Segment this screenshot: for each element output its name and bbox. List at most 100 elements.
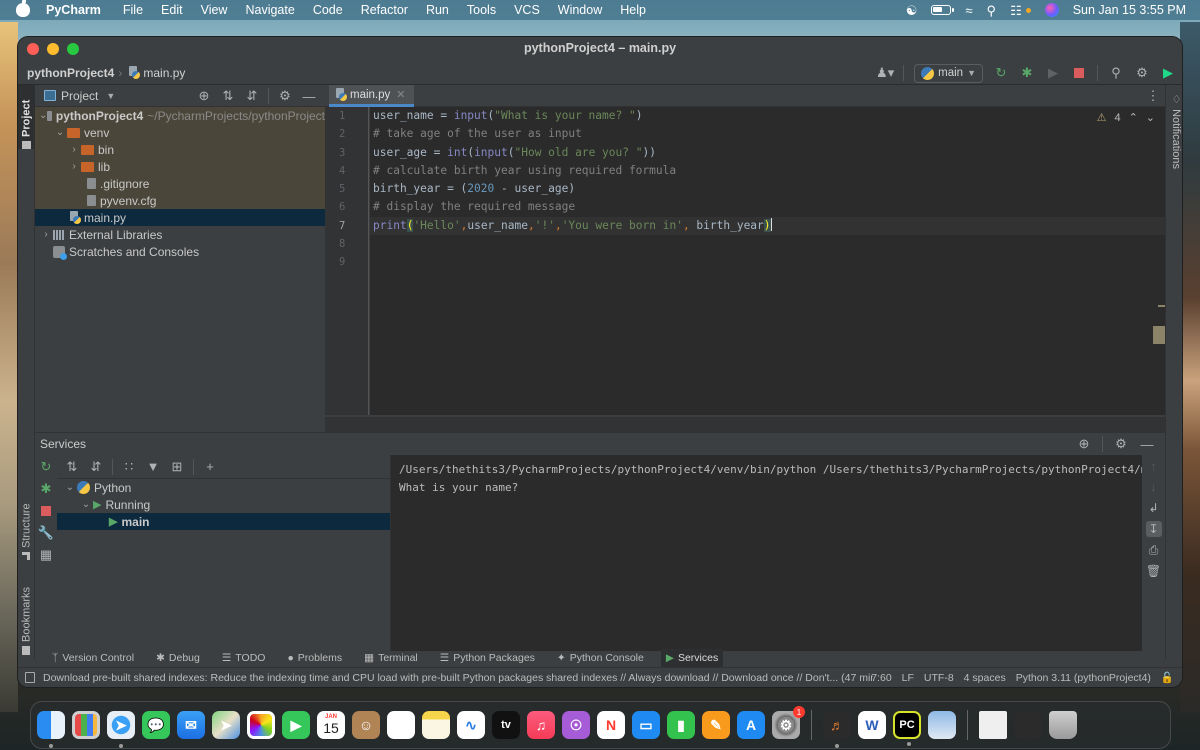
editor-tab-main-py[interactable]: main.py ✕ bbox=[329, 85, 414, 107]
accessibility-icon[interactable]: ☯ bbox=[906, 4, 918, 17]
code-line[interactable] bbox=[370, 235, 1165, 253]
dock-app-messages-icon[interactable]: 💬 bbox=[142, 711, 170, 739]
chevron-right-icon[interactable]: › bbox=[39, 229, 53, 240]
dock-app-notes-icon[interactable] bbox=[422, 711, 450, 739]
file-encoding[interactable]: UTF-8 bbox=[924, 672, 954, 684]
code-line[interactable]: user_name = input("What is your name? ") bbox=[370, 107, 1165, 125]
tree-item-bin[interactable]: › bin bbox=[35, 141, 325, 158]
settings-gear-icon[interactable]: ⚙ bbox=[1134, 65, 1150, 81]
arrow-up-icon[interactable]: ↑ bbox=[1146, 458, 1162, 474]
hide-panel-icon[interactable]: — bbox=[1139, 436, 1155, 452]
dock-app-tv-icon[interactable]: tv bbox=[492, 711, 520, 739]
dock-app-calendar-icon[interactable]: JAN 15 bbox=[317, 711, 345, 739]
hide-panel-icon[interactable]: — bbox=[301, 88, 317, 104]
dock-app-preview-icon[interactable] bbox=[928, 711, 956, 739]
tool-tab-todo[interactable]: ☰ TODO bbox=[217, 649, 271, 667]
select-opened-file-icon[interactable]: ⊕ bbox=[196, 88, 212, 104]
scroll-to-end-icon[interactable]: ↧ bbox=[1145, 521, 1162, 537]
tree-item-scratches[interactable]: Scratches and Consoles bbox=[35, 243, 325, 260]
arrow-down-icon[interactable]: ↓ bbox=[1146, 479, 1162, 495]
options-gear-icon[interactable]: ⚙ bbox=[277, 88, 293, 104]
services-item-main[interactable]: ▶ main bbox=[57, 513, 390, 530]
new-tab-icon[interactable]: ⊞ bbox=[169, 459, 185, 475]
tool-tab-python-console[interactable]: ✦ Python Console bbox=[552, 649, 649, 667]
collapse-all-icon[interactable]: ⇵ bbox=[244, 88, 260, 104]
code-line[interactable] bbox=[370, 253, 1165, 271]
code-with-me-icon[interactable]: ♟▾ bbox=[876, 65, 894, 81]
services-settings-gear-icon[interactable]: ⚙ bbox=[1113, 436, 1129, 452]
dock-app-music-icon[interactable]: ♫ bbox=[527, 711, 555, 739]
menu-refactor[interactable]: Refactor bbox=[361, 3, 408, 17]
tree-item-project-root[interactable]: ⌄ pythonProject4 ~/PycharmProjects/pytho… bbox=[35, 107, 325, 124]
menu-code[interactable]: Code bbox=[313, 3, 343, 17]
apple-menu-icon[interactable] bbox=[16, 0, 30, 17]
code-line[interactable]: user_age = int(input("How old are you? "… bbox=[370, 144, 1165, 162]
close-window-button[interactable] bbox=[27, 43, 39, 55]
line-number[interactable]: 1 bbox=[325, 107, 368, 125]
stop-button[interactable] bbox=[1071, 65, 1087, 81]
code-line[interactable]: print('Hello',user_name,'!','You were bo… bbox=[370, 216, 1165, 236]
menu-edit[interactable]: Edit bbox=[161, 3, 183, 17]
tool-tab-bookmarks[interactable]: Bookmarks bbox=[18, 575, 35, 655]
add-service-icon[interactable]: + bbox=[202, 459, 218, 475]
menu-help[interactable]: Help bbox=[620, 3, 646, 17]
rerun-icon[interactable]: ↻ bbox=[993, 65, 1009, 81]
previous-highlight-icon[interactable]: ⌃ bbox=[1129, 111, 1138, 124]
interpreter-selector[interactable]: Python 3.11 (pythonProject4) bbox=[1016, 672, 1151, 684]
search-everywhere-icon[interactable]: ⚲ bbox=[1108, 65, 1124, 81]
more-options-icon[interactable]: ⋮ bbox=[1145, 88, 1161, 104]
dock-app-facetime-icon[interactable]: ▶ bbox=[282, 711, 310, 739]
siri-icon[interactable] bbox=[1044, 3, 1059, 17]
inspection-widget[interactable]: ⚠ 4 ⌃ ⌄ bbox=[1097, 111, 1155, 125]
code-line[interactable]: birth_year = (2020 - user_age) bbox=[370, 180, 1165, 198]
debug-rerun-icon[interactable]: ✱ bbox=[38, 481, 54, 497]
trash-icon[interactable]: 🗑 bbox=[1146, 563, 1162, 579]
battery-icon[interactable] bbox=[931, 5, 955, 15]
line-number[interactable]: 2 bbox=[325, 125, 368, 143]
indent-setting[interactable]: 4 spaces bbox=[964, 672, 1006, 684]
services-item-python[interactable]: ⌄ Python bbox=[57, 479, 390, 496]
chevron-expanded-icon[interactable]: ⌄ bbox=[79, 499, 93, 510]
expand-all-icon[interactable]: ⇅ bbox=[220, 88, 236, 104]
run-console-output[interactable]: /Users/thethits3/PycharmProjects/pythonP… bbox=[390, 455, 1142, 651]
dock-app-mail-icon[interactable]: ✉ bbox=[177, 711, 205, 739]
wrench-icon[interactable]: 🔧 bbox=[38, 525, 54, 541]
tool-tab-problems[interactable]: ● Problems bbox=[282, 649, 347, 667]
dock-app-pycharm-icon[interactable]: PC bbox=[893, 711, 921, 746]
chevron-down-icon[interactable]: ▼ bbox=[106, 91, 115, 101]
menu-file[interactable]: File bbox=[123, 3, 143, 17]
menu-tools[interactable]: Tools bbox=[467, 3, 496, 17]
dock-app-safari-icon[interactable]: ➤ bbox=[107, 711, 135, 748]
dock-app-contacts-icon[interactable]: ☺ bbox=[352, 711, 380, 739]
tool-tab-terminal[interactable]: ▦ Terminal bbox=[359, 649, 423, 667]
soft-wrap-icon[interactable]: ↲ bbox=[1146, 500, 1162, 516]
collapse-all-icon[interactable]: ⇵ bbox=[88, 459, 104, 475]
dock-app-keynote-icon[interactable]: ▭ bbox=[632, 711, 660, 739]
expand-all-icon[interactable]: ⇅ bbox=[64, 459, 80, 475]
run-config-selector[interactable]: main ▼ bbox=[914, 63, 983, 83]
print-icon[interactable]: ⎙ bbox=[1146, 542, 1162, 558]
dock-app-photos-icon[interactable] bbox=[247, 711, 275, 739]
filter-icon[interactable]: ▼ bbox=[145, 459, 161, 475]
breadcrumb-file[interactable]: main.py bbox=[143, 66, 185, 80]
line-number[interactable]: 8 bbox=[325, 235, 368, 253]
dock-app-document-icon[interactable] bbox=[979, 711, 1007, 739]
zoom-window-button[interactable] bbox=[67, 43, 79, 55]
menu-view[interactable]: View bbox=[201, 3, 228, 17]
spotlight-icon[interactable]: ⚲ bbox=[987, 4, 997, 17]
menu-vcs[interactable]: VCS bbox=[514, 3, 540, 17]
wifi-icon[interactable]: ≈ bbox=[965, 4, 972, 17]
project-view-selector[interactable]: Project bbox=[61, 89, 98, 103]
dock-app-microsoft-word-icon[interactable]: W bbox=[858, 711, 886, 739]
tree-item-lib[interactable]: › lib bbox=[35, 158, 325, 175]
tool-tab-services[interactable]: ▶ Services bbox=[660, 649, 724, 667]
status-message[interactable]: Download pre-built shared indexes: Reduc… bbox=[43, 672, 873, 684]
dock-app-launchpad-icon[interactable] bbox=[72, 711, 100, 739]
tool-tab-python-packages[interactable]: ☰ Python Packages bbox=[435, 649, 540, 667]
chevron-expanded-icon[interactable]: ⌄ bbox=[39, 110, 47, 121]
dock-app-reminders-icon[interactable]: ≡ bbox=[387, 711, 415, 739]
code-editor[interactable]: ⚠ 4 ⌃ ⌄ user_name = input("What is your … bbox=[370, 107, 1165, 432]
chevron-expanded-icon[interactable]: ⌄ bbox=[63, 482, 77, 493]
dock-app-pages-icon[interactable]: ✎ bbox=[702, 711, 730, 739]
tool-tab-debug[interactable]: ✱ Debug bbox=[151, 649, 205, 667]
